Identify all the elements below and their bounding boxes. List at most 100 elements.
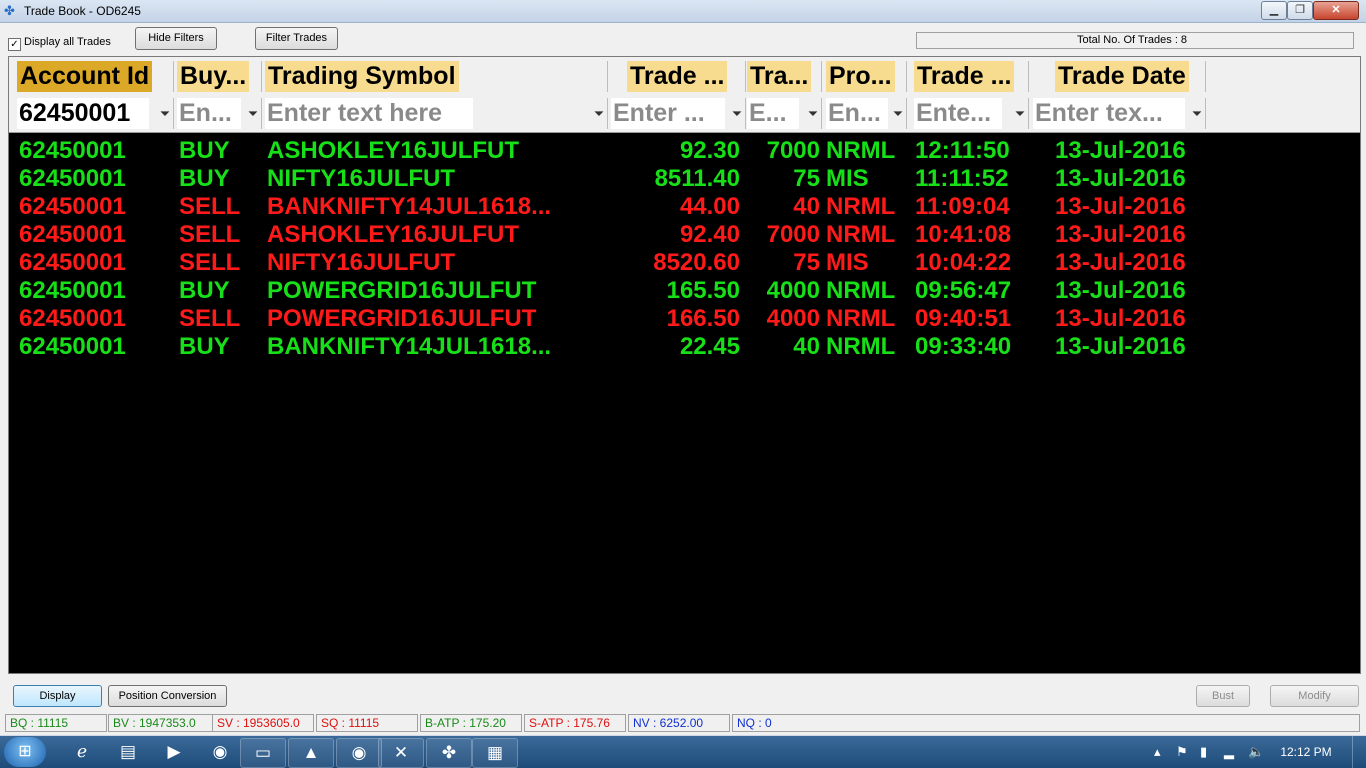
display-all-trades-checkbox[interactable]: ✓ Display all Trades [8,36,111,51]
filter-input-trade-qty[interactable]: E... [747,98,799,129]
cell-trade-price: 165.50 [666,277,740,304]
cell-trade-time: 10:04:22 [915,249,1012,276]
triangle-app-icon[interactable]: ▲ [288,738,334,768]
cell-account-id: 62450001 [19,277,126,304]
system-clock[interactable]: 12:12 PM [1276,736,1336,768]
column-header-buy-sell[interactable]: Buy... [177,61,262,92]
action-center-icon[interactable]: ⚑ [1176,736,1192,768]
column-header-trading-symbol[interactable]: Trading Symbol [265,61,608,92]
status-bar: BQ : 11115 BV : 1947353.0 SV : 1953605.0… [0,713,1366,733]
cell-trade-qty: 7000 [766,137,820,164]
filter-funnel-icon[interactable]: ⏷ [805,98,821,129]
cell-buy-sell: BUY [179,333,230,360]
filter-trades-button[interactable]: Filter Trades [255,27,338,50]
filter-input-trade-date[interactable]: Enter tex... [1033,98,1185,129]
cell-trade-time: 11:09:04 [915,193,1010,220]
puzzle-app-icon[interactable]: ✤ [426,738,472,768]
table-row[interactable]: 62450001 SELL NIFTY16JULFUT 8520.60 75 MIS 10:… [9,249,1360,277]
table-row[interactable]: 62450001 BUY POWERGRID16JULFUT 165.50 4000 NR… [9,277,1360,305]
display-all-trades-label: Display all Trades [24,36,111,48]
cell-trade-qty: 75 [793,249,820,276]
cell-trade-time: 09:33:40 [915,333,1012,360]
cell-account-id: 62450001 [19,165,126,192]
table-row[interactable]: 62450001 BUY NIFTY16JULFUT 8511.40 75 MIS 11:1… [9,165,1360,193]
filter-funnel-icon[interactable]: ⏷ [1189,98,1205,129]
display-button[interactable]: Display [13,685,102,707]
excel-icon[interactable]: ✕ [378,738,424,768]
filter-input-trading-symbol[interactable]: Enter text here [265,98,473,129]
cell-trade-date: 13-Jul-2016 [1055,193,1186,220]
position-conversion-button[interactable]: Position Conversion [108,685,227,707]
bust-button[interactable]: Bust [1196,685,1250,707]
cell-trade-qty: 4000 [766,277,820,304]
cell-product: NRML [826,137,896,164]
table-row[interactable]: 62450001 BUY ASHOKLEY16JULFUT 92.30 7000 NRML… [9,137,1360,165]
filter-input-trade-price[interactable]: Enter ... [611,98,725,129]
internet-explorer-icon[interactable]: ℯ [56,738,108,766]
cell-trade-price: 22.45 [679,333,740,360]
column-header-trade-date[interactable]: Trade Date [1055,61,1206,92]
file-explorer-icon[interactable]: ▤ [102,738,154,766]
network-signal-icon[interactable]: ▂ [1224,736,1240,768]
column-header-product[interactable]: Pro... [826,61,907,92]
filter-input-account-id[interactable]: 62450001 [17,98,149,129]
cell-product: NRML [826,305,896,332]
modify-button[interactable]: Modify [1270,685,1359,707]
cell-trade-time: 10:41:08 [915,221,1012,248]
media-player-icon[interactable]: ▶ [148,738,200,766]
table-row[interactable]: 62450001 SELL POWERGRID16JULFUT 166.50 4000 N… [9,305,1360,333]
tray-arrow-icon[interactable]: ▴ [1154,736,1166,768]
maximize-button[interactable]: ❐ [1287,1,1313,20]
status-nq: NQ : 0 [732,714,1360,732]
filter-input-product[interactable]: En... [826,98,888,129]
column-header-trade-time[interactable]: Trade ... [914,61,1029,92]
puzzle-app-icon: ✤ [4,3,15,18]
cell-trade-price: 44.00 [679,193,740,220]
column-header-trade-price[interactable]: Trade ... [627,61,746,92]
chrome-icon[interactable]: ◉ [194,738,246,766]
volume-icon[interactable]: 🔈 [1248,736,1266,768]
filter-funnel-icon[interactable]: ⏷ [591,98,607,129]
filter-funnel-icon[interactable]: ⏷ [157,98,173,129]
app-icon[interactable]: ▭ [240,738,286,768]
filter-funnel-icon[interactable]: ⏷ [1012,98,1028,129]
trade-grid: Account Id Buy... Trading Symbol Trade .… [8,56,1361,674]
filter-funnel-icon[interactable]: ⏷ [890,98,906,129]
minimize-button[interactable]: ▁ [1261,1,1287,20]
cell-trading-symbol: BANKNIFTY14JUL1618... [267,333,552,360]
filter-cell-product: En... ⏷ [826,98,907,129]
table-row[interactable]: 62450001 SELL ASHOKLEY16JULFUT 92.40 7000 NRM… [9,221,1360,249]
close-button[interactable]: ✕ [1313,1,1359,20]
filter-cell-trading-symbol: Enter text here ⏷ [265,98,608,129]
filter-input-buy-sell[interactable]: En... [177,98,241,129]
show-desktop-button[interactable] [1352,736,1366,768]
cell-trading-symbol: NIFTY16JULFUT [267,165,456,192]
status-bv: BV : 1947353.0 [108,714,214,732]
table-row[interactable]: 62450001 SELL BANKNIFTY14JUL1618... 44.00 40… [9,193,1360,221]
filter-funnel-icon[interactable]: ⏷ [245,98,261,129]
column-header-account-id[interactable]: Account Id [17,61,174,92]
cell-trade-date: 13-Jul-2016 [1055,305,1186,332]
hide-filters-button[interactable]: Hide Filters [135,27,217,50]
column-header-trade-qty[interactable]: Tra... [747,61,822,92]
cell-buy-sell: SELL [179,193,241,220]
filter-input-trade-time[interactable]: Ente... [914,98,1002,129]
filter-funnel-icon[interactable]: ⏷ [729,98,745,129]
windows-start-icon[interactable]: ⊞ [4,737,46,767]
filter-cell-trade-price: Enter ... ⏷ [611,98,746,129]
power-icon[interactable]: ▮ [1200,736,1216,768]
cell-trade-time: 11:11:52 [915,165,1009,192]
cell-account-id: 62450001 [19,305,126,332]
table-row[interactable]: 62450001 BUY BANKNIFTY14JUL1618... 22.45 40 N… [9,333,1360,361]
cell-account-id: 62450001 [19,333,126,360]
cell-product: MIS [826,249,869,276]
cell-buy-sell: BUY [179,137,230,164]
chrome-pinned-icon[interactable]: ◉ [336,738,382,768]
filter-cell-trade-qty: E... ⏷ [747,98,822,129]
calculator-icon[interactable]: ▦ [472,738,518,768]
cell-trade-date: 13-Jul-2016 [1055,221,1186,248]
status-nv: NV : 6252.00 [628,714,730,732]
taskbar: ⊞ ℯ ▤ ▶ ◉ ▭ ▲ ◉ ✕ ✤ ▦ ▴ ⚑ ▮ ▂ 🔈 12:12 PM [0,736,1366,768]
cell-trade-time: 09:40:51 [915,305,1012,332]
cell-trade-date: 13-Jul-2016 [1055,137,1186,164]
